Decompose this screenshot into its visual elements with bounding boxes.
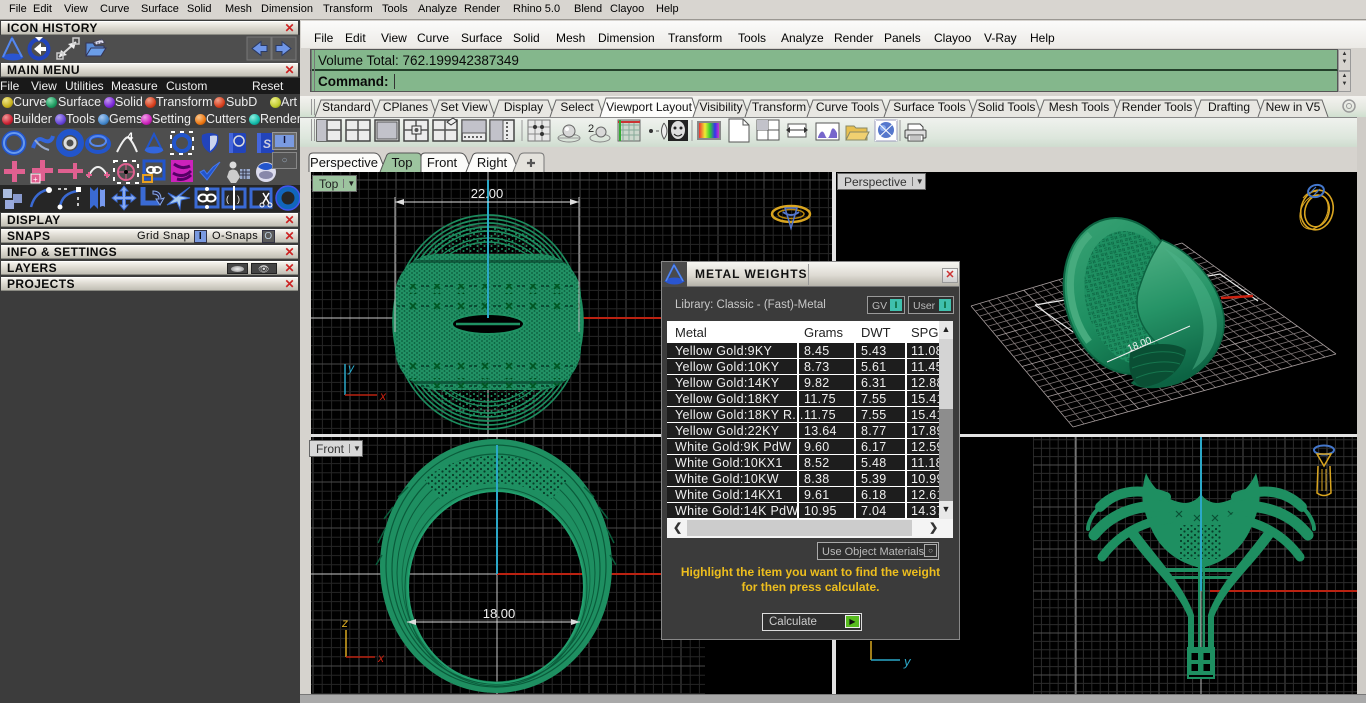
svg-text:Right: Right	[477, 155, 508, 170]
svg-text:x: x	[377, 651, 385, 665]
svg-text:y: y	[347, 361, 355, 375]
svg-text:✚: ✚	[526, 158, 535, 170]
svg-text:z: z	[341, 616, 348, 630]
svg-text:22.00: 22.00	[471, 186, 504, 201]
svg-text:): )	[237, 194, 240, 204]
svg-text:x: x	[379, 389, 387, 403]
svg-text:Front: Front	[427, 155, 458, 170]
svg-text:Top: Top	[392, 155, 413, 170]
svg-text:y: y	[903, 654, 912, 669]
svg-text:+: +	[33, 175, 38, 184]
svg-text:18.00: 18.00	[483, 606, 516, 621]
svg-text:(: (	[226, 194, 229, 204]
svg-text:Perspective: Perspective	[310, 155, 378, 170]
svg-text:2: 2	[588, 123, 594, 135]
